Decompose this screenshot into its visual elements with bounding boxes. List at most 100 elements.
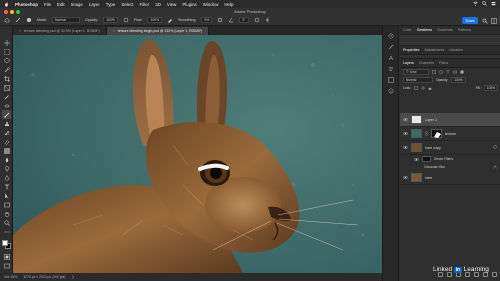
- apple-icon[interactable]: [4, 1, 9, 7]
- paragraph-panel-icon[interactable]: [387, 65, 395, 73]
- layer-row-hare[interactable]: hare: [400, 171, 500, 185]
- history-brush-tool-icon[interactable]: [2, 128, 11, 137]
- chevron-right-icon[interactable]: [71, 274, 75, 280]
- tab-gradients[interactable]: Gradients: [437, 28, 453, 32]
- pressure-size-icon[interactable]: [254, 17, 260, 23]
- layer-row-layer-1[interactable]: Layer 1: [400, 113, 500, 127]
- tab-color[interactable]: Color: [403, 28, 412, 32]
- tab-patterns[interactable]: Patterns: [458, 28, 471, 32]
- eyedropper-tool-icon[interactable]: [2, 92, 11, 101]
- menu-filter[interactable]: Filter: [140, 2, 150, 7]
- home-icon[interactable]: [4, 17, 10, 23]
- tab-libraries[interactable]: Libraries: [449, 48, 463, 52]
- chain-link-icon[interactable]: [425, 130, 428, 137]
- layer-row-hare-copy[interactable]: hare copy: [400, 141, 500, 155]
- tab-channels[interactable]: Channels: [419, 61, 434, 65]
- delete-layer-icon[interactable]: [492, 272, 497, 277]
- airbrush-icon[interactable]: [167, 17, 173, 23]
- rectangle-tool-icon[interactable]: [2, 200, 11, 209]
- search-icon[interactable]: [482, 18, 488, 24]
- control-center-icon[interactable]: [491, 1, 496, 6]
- workspace-icon[interactable]: [491, 17, 497, 24]
- layer-name[interactable]: Layer 1: [425, 118, 437, 122]
- mode-select[interactable]: Normal: [52, 17, 80, 23]
- filter-shape-icon[interactable]: [453, 70, 457, 75]
- tab-layers[interactable]: Layers: [403, 61, 414, 65]
- angle-field[interactable]: 0°: [239, 17, 249, 23]
- menu-app-name[interactable]: Photoshop: [15, 2, 38, 7]
- menu-plugins[interactable]: Plugins: [182, 2, 196, 7]
- glyphs-panel-icon[interactable]: [387, 76, 395, 84]
- dodge-tool-icon[interactable]: [2, 164, 11, 173]
- lasso-tool-icon[interactable]: [2, 56, 11, 65]
- foreground-color-swatch[interactable]: [2, 240, 8, 246]
- zoom-window-button[interactable]: [16, 9, 20, 14]
- tab-properties[interactable]: Properties: [403, 48, 419, 52]
- filter-type-icon[interactable]: [446, 70, 450, 75]
- symmetry-icon[interactable]: [265, 17, 271, 23]
- lock-pixels-icon[interactable]: [414, 85, 418, 91]
- gradient-tool-icon[interactable]: [2, 146, 11, 155]
- menu-window[interactable]: Window: [203, 2, 219, 7]
- marquee-tool-icon[interactable]: [2, 47, 11, 56]
- visibility-eye-icon[interactable]: [414, 157, 419, 162]
- info-panel-icon[interactable]: [387, 87, 395, 95]
- history-panel-icon[interactable]: [387, 32, 395, 40]
- type-tool-icon[interactable]: [2, 182, 11, 191]
- document-size-readout[interactable]: 3276 px x 2024 px (300 ppi): [23, 275, 65, 279]
- visibility-eye-icon[interactable]: [403, 131, 408, 136]
- filter-smart-object-icon[interactable]: [460, 70, 464, 75]
- brush-settings-icon[interactable]: [387, 43, 395, 51]
- brush-preset-icon[interactable]: [15, 17, 21, 23]
- lock-all-icon[interactable]: [428, 86, 432, 91]
- smoothing-field[interactable]: 0%: [201, 17, 213, 23]
- lock-position-icon[interactable]: [421, 85, 426, 91]
- tab-adjustments[interactable]: Adjustments: [424, 48, 444, 52]
- more-tools-icon[interactable]: [2, 227, 11, 236]
- quick-mask-icon[interactable]: [2, 252, 11, 261]
- close-tab-icon[interactable]: ×: [19, 29, 21, 33]
- flow-field[interactable]: 100%: [147, 17, 163, 23]
- pressure-opacity-icon[interactable]: [123, 17, 129, 23]
- brush-size-icon[interactable]: [26, 17, 32, 23]
- blur-tool-icon[interactable]: [2, 155, 11, 164]
- tab-texture-blending-begin[interactable]: × texture blending begin.psd @ 152% (Lay…: [106, 27, 210, 35]
- document-canvas[interactable]: [13, 35, 382, 273]
- menu-help[interactable]: Help: [224, 2, 233, 7]
- opacity-field[interactable]: 100%: [103, 17, 118, 23]
- filter-blending-options-icon[interactable]: [493, 164, 497, 170]
- wifi-icon[interactable]: [473, 1, 478, 6]
- healing-brush-tool-icon[interactable]: [2, 101, 11, 110]
- filter-adjustment-icon[interactable]: [439, 69, 443, 75]
- close-window-button[interactable]: [4, 9, 8, 14]
- pen-tool-icon[interactable]: [2, 173, 11, 182]
- layer-name[interactable]: texture: [445, 132, 456, 136]
- minimize-window-button[interactable]: [10, 9, 14, 14]
- zoom-readout[interactable]: 161.64%: [4, 275, 17, 279]
- search-icon[interactable]: [482, 1, 487, 6]
- menu-file[interactable]: File: [44, 2, 51, 7]
- eraser-tool-icon[interactable]: [2, 137, 11, 146]
- clone-stamp-tool-icon[interactable]: [2, 119, 11, 128]
- share-button[interactable]: Share: [462, 17, 478, 24]
- brush-tool-icon[interactable]: [2, 110, 11, 119]
- tab-texture-blending[interactable]: × texture blending.psd @ 92.5% (Layer 1,…: [13, 27, 107, 35]
- character-panel-icon[interactable]: [387, 54, 395, 62]
- blend-mode-select[interactable]: Normal: [403, 77, 433, 83]
- layer-kind-filter[interactable]: Kind: [403, 69, 429, 75]
- hand-tool-icon[interactable]: [2, 209, 11, 218]
- smart-filter-mask-thumbnail[interactable]: [422, 156, 431, 162]
- filter-pixel-icon[interactable]: [432, 69, 436, 75]
- menu-edit[interactable]: Edit: [57, 2, 65, 7]
- gaussian-blur-label[interactable]: Gaussian Blur: [424, 165, 445, 169]
- layer-name[interactable]: hare: [425, 176, 432, 180]
- menu-type[interactable]: Type: [106, 2, 116, 7]
- layer-name[interactable]: hare copy: [425, 146, 441, 150]
- visibility-eye-icon[interactable]: [403, 175, 408, 180]
- tab-swatches[interactable]: Swatches: [417, 28, 433, 32]
- menu-view[interactable]: View: [167, 2, 176, 7]
- layer-fill-field[interactable]: 100%: [483, 85, 498, 91]
- quick-selection-tool-icon[interactable]: [2, 65, 11, 74]
- smart-filters-row[interactable]: Smart Filters: [400, 155, 500, 163]
- close-tab-icon[interactable]: ×: [113, 29, 115, 33]
